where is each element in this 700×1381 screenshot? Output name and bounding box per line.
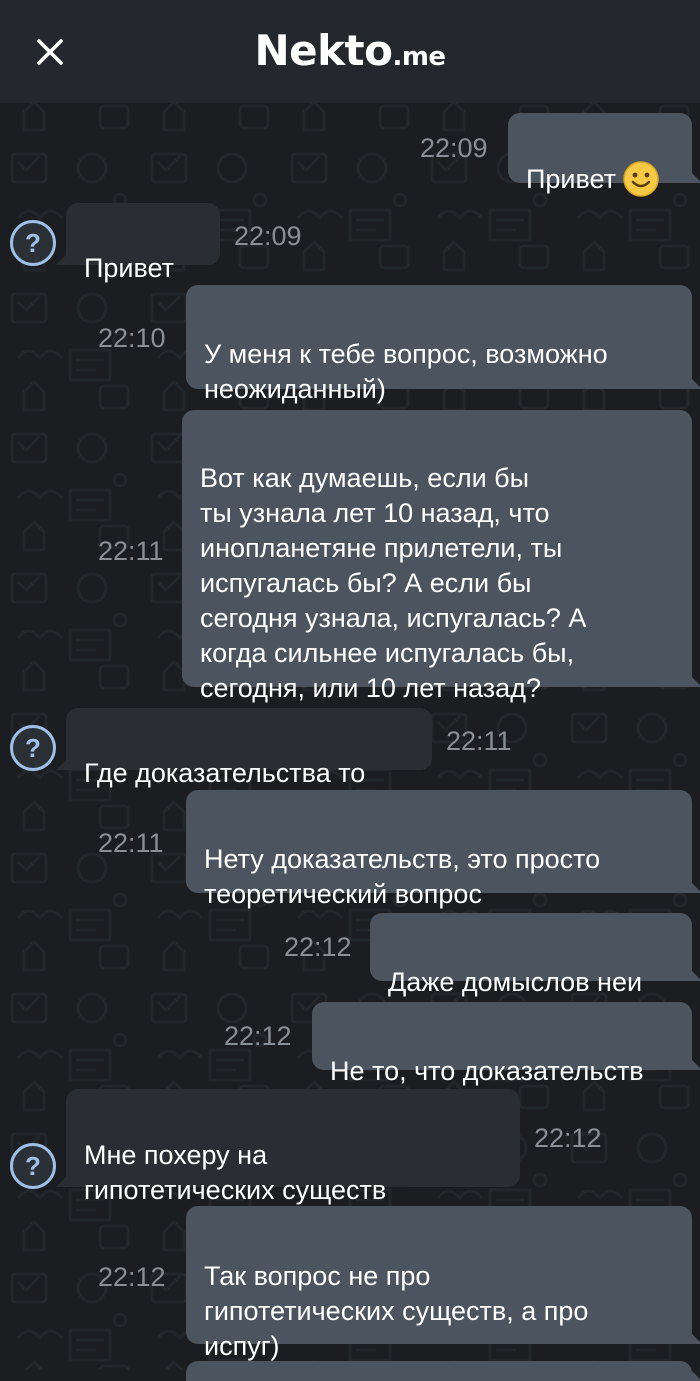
message-time: 22:12 [284, 932, 352, 962]
message-row-incoming: ? Привет 22:09 [0, 203, 700, 283]
message-time: 22:11 [98, 536, 164, 566]
message-text: Не то, что доказательств [330, 1056, 644, 1086]
message-bubble-outgoing[interactable]: Вот как думаешь, если бы ты узнала лет 1… [182, 410, 700, 703]
message-bubble-incoming[interactable]: Мне похеру на гипотетических существ [56, 1089, 520, 1205]
message-list: 22:09 Привет ? Привет 22:09 22:10 У меня… [0, 103, 700, 1381]
message-time: 22:11 [98, 828, 164, 858]
message-text: Вот как думаешь, если бы ты узнала лет 1… [200, 463, 587, 703]
message-bubble-incoming[interactable]: Где доказательства то [56, 708, 432, 788]
message-time: 22:11 [446, 726, 512, 756]
message-bubble-incoming[interactable]: Привет [56, 203, 220, 283]
message-row-incoming: ? Мне похеру на гипотетических существ 2… [0, 1089, 700, 1205]
message-time: 22:10 [98, 323, 166, 353]
message-text: Нету доказательств, это просто теоретиче… [204, 844, 601, 909]
message-bubble-outgoing-partial[interactable] [186, 1361, 700, 1381]
message-text: Привет [526, 164, 617, 195]
logo-main-text: Nekto [254, 26, 393, 75]
message-bubble-outgoing[interactable]: Не то, что доказательств [312, 1002, 700, 1086]
message-time: 22:09 [234, 221, 302, 251]
message-row-outgoing: 22:11 Нету доказательств, это просто тео… [0, 790, 700, 909]
message-time: 22:12 [534, 1123, 602, 1153]
message-bubble-outgoing[interactable]: Привет [508, 113, 700, 197]
message-bubble-outgoing[interactable]: Так вопрос не про гипотетических существ… [186, 1206, 700, 1361]
question-mark-avatar-icon: ? [10, 725, 56, 771]
app-logo: Nekto.me [0, 26, 700, 75]
message-time: 22:09 [420, 133, 488, 163]
message-text: Где доказательства то [84, 758, 366, 788]
logo-domain-text: .me [392, 42, 446, 72]
message-text: Привет [84, 253, 175, 283]
message-row-outgoing: 22:09 Привет [0, 113, 700, 197]
message-row-outgoing: 22:12 Не то, что доказательств [0, 1002, 700, 1086]
question-mark-avatar-icon: ? [10, 220, 56, 266]
message-time: 22:12 [98, 1262, 166, 1292]
message-row-outgoing: 22:11 Вот как думаешь, если бы ты узнала… [0, 410, 700, 703]
smiling-face-emoji [623, 161, 659, 197]
message-text: Даже домыслов неи [388, 967, 643, 997]
message-bubble-outgoing[interactable]: Нету доказательств, это просто теоретиче… [186, 790, 700, 909]
question-mark-avatar-icon: ? [10, 1143, 56, 1189]
message-row-outgoing: 22:12 Даже домыслов неи [0, 913, 700, 997]
message-text: Так вопрос не про гипотетических существ… [204, 1261, 589, 1361]
message-text: У меня к тебе вопрос, возможно неожиданн… [204, 339, 608, 404]
message-text: Мне похеру на гипотетических существ [84, 1140, 387, 1205]
top-bar: Nekto.me [0, 0, 700, 103]
message-bubble-outgoing[interactable]: Даже домыслов неи [370, 913, 700, 997]
message-bubble-outgoing[interactable]: У меня к тебе вопрос, возможно неожиданн… [186, 285, 700, 404]
message-row-outgoing: 22:10 У меня к тебе вопрос, возможно нео… [0, 285, 700, 404]
message-row-incoming: ? Где доказательства то 22:11 [0, 708, 700, 788]
message-time: 22:12 [224, 1021, 292, 1051]
message-row-outgoing: 22:12 Так вопрос не про гипотетических с… [0, 1206, 700, 1361]
